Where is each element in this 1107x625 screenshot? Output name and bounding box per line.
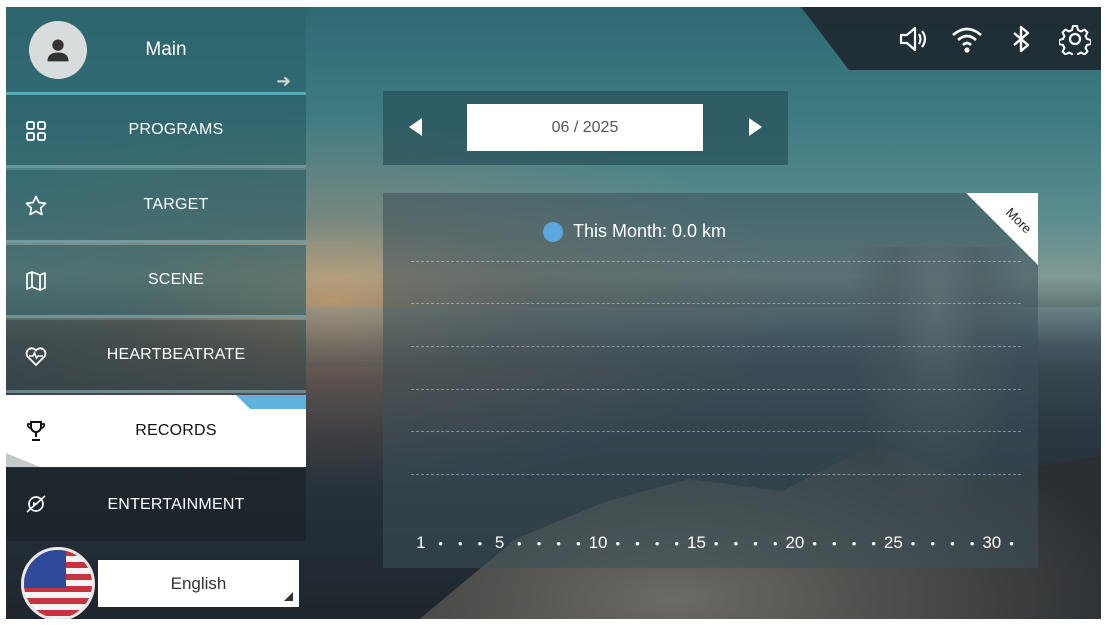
- star-icon: [24, 194, 48, 218]
- grid-line: [411, 303, 1021, 304]
- x-tick-dot: •: [851, 536, 857, 551]
- arrow-right-icon[interactable]: ➜: [276, 71, 291, 92]
- grid-line: [411, 474, 1021, 475]
- x-tick-dot: •: [438, 536, 443, 551]
- heartbeat-icon: [24, 344, 48, 368]
- x-tick-dot: •: [674, 536, 680, 551]
- month-field[interactable]: 06 / 2025: [467, 104, 703, 151]
- x-tick-label: 20: [785, 533, 805, 552]
- user-icon: [47, 39, 69, 62]
- x-tick-dot: •: [832, 536, 837, 551]
- status-bar: [801, 7, 1101, 70]
- legend-dot: [543, 221, 563, 242]
- x-tick-dot: •: [477, 536, 483, 551]
- legend-label: This Month: 0.0 km: [573, 221, 727, 241]
- gear-icon[interactable]: [1059, 23, 1091, 55]
- sidebar-item-target[interactable]: TARGET: [6, 170, 306, 243]
- app-screen: Main ➜ PROGRAMS TARGET SCENE HEARTBEATRA…: [6, 7, 1101, 619]
- grid-line: [411, 431, 1021, 432]
- x-tick-dot: •: [635, 536, 640, 551]
- x-tick-label: 10: [588, 533, 608, 552]
- entertainment-icon: [24, 492, 48, 516]
- dropdown-caret-icon: [284, 592, 293, 601]
- language-value: English: [170, 573, 227, 593]
- map-icon: [24, 269, 48, 293]
- wifi-icon[interactable]: [951, 23, 983, 55]
- x-tick-dot: •: [517, 536, 522, 551]
- language-select[interactable]: English: [98, 560, 299, 607]
- sidebar-item-label: HEARTBEATRATE: [106, 346, 246, 363]
- grid-line: [411, 346, 1021, 347]
- x-tick-dot: •: [812, 536, 817, 551]
- avatar[interactable]: [29, 21, 87, 79]
- sidebar-item-label: PROGRAMS: [128, 121, 224, 138]
- x-tick-label: 30: [982, 533, 1002, 552]
- main-label: Main: [145, 39, 187, 60]
- x-tick-dot: •: [930, 536, 935, 551]
- prev-month-button[interactable]: [409, 118, 422, 136]
- flag-canton: [24, 550, 66, 588]
- next-month-button[interactable]: [749, 118, 762, 136]
- x-tick-label: 25: [883, 533, 903, 552]
- speaker-icon[interactable]: [897, 23, 929, 55]
- x-tick-dot: •: [536, 536, 542, 551]
- grid-line: [411, 261, 1021, 262]
- x-tick-dot: •: [871, 536, 876, 551]
- sidebar-item-label: SCENE: [147, 271, 205, 288]
- trophy-icon: [24, 419, 48, 443]
- sidebar-item-label: RECORDS: [135, 422, 217, 439]
- chart-legend: This Month: 0.0 km: [543, 221, 726, 242]
- x-tick-dot: •: [615, 536, 620, 551]
- x-tick-dot: •: [753, 536, 758, 551]
- sidebar-item-heartbeatrate[interactable]: HEARTBEATRATE: [6, 320, 306, 393]
- sidebar-item-label: TARGET: [143, 196, 209, 213]
- x-tick-dot: •: [576, 536, 581, 551]
- month-value: 06 / 2025: [551, 118, 619, 136]
- x-tick-dot: •: [713, 536, 719, 551]
- sidebar-item-label: ENTERTAINMENT: [107, 495, 245, 513]
- x-tick-dot: •: [556, 536, 561, 551]
- grid-icon: [24, 119, 48, 143]
- x-tick-label: 5: [494, 533, 505, 552]
- grid-line: [411, 389, 1021, 390]
- x-axis: 1 • • • 5 • • • • 10 • • • • 15 • • • • 20 • • • • 25 • • • • 30 •: [411, 533, 1021, 555]
- x-tick-dot: •: [457, 536, 463, 551]
- x-tick-dot: •: [969, 536, 975, 551]
- sidebar-item-entertainment[interactable]: ENTERTAINMENT: [6, 468, 306, 541]
- x-tick-dot: •: [733, 536, 739, 551]
- month-selector: 06 / 2025: [383, 91, 788, 165]
- bluetooth-icon[interactable]: [1005, 23, 1037, 55]
- sidebar: Main ➜ PROGRAMS TARGET SCENE HEARTBEATRA…: [6, 7, 306, 619]
- sidebar-item-programs[interactable]: PROGRAMS: [6, 95, 306, 168]
- us-flag-icon[interactable]: [21, 547, 95, 619]
- x-tick-dot: •: [772, 536, 778, 551]
- x-tick-label: 1: [416, 533, 426, 552]
- x-tick-dot: •: [950, 536, 955, 551]
- x-tick-dot: •: [910, 536, 916, 551]
- main-header[interactable]: Main ➜: [6, 7, 306, 95]
- x-tick-dot: •: [1009, 536, 1014, 551]
- x-tick-label: 15: [687, 533, 706, 552]
- x-tick-dot: •: [654, 536, 660, 551]
- sidebar-item-scene[interactable]: SCENE: [6, 245, 306, 318]
- records-chart: More This Month: 0.0 km 1 • • • 5 • • • • 10 • • • • 1…: [383, 193, 1038, 568]
